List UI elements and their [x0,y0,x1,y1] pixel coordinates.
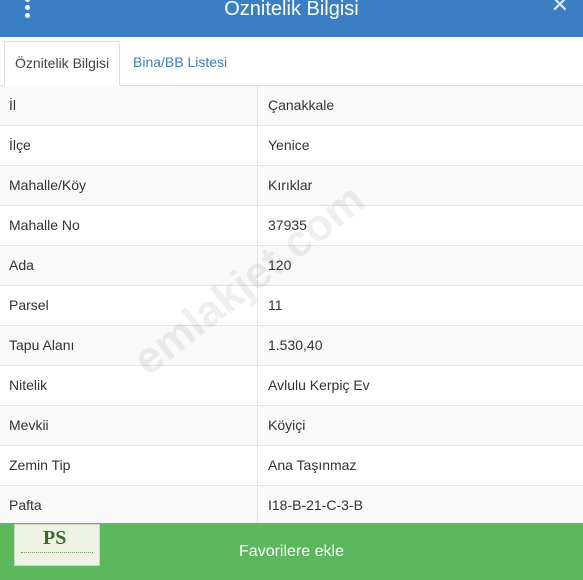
table-row: İlçe Yenice [0,126,583,166]
table-row: Parsel 11 [0,286,583,326]
attribute-key: Ada [9,257,34,273]
table-row: Ada 120 [0,246,583,286]
tab-bar: Öznitelik Bilgisi Bina/BB Listesi [0,37,583,86]
attribute-value: Avlulu Kerpiç Ev [268,377,370,393]
attribute-table: İl Çanakkale İlçe Yenice Mahalle/Köy Kırıkl… [0,86,583,526]
attribute-key: İlçe [9,137,31,153]
table-row: Mahalle/Köy Kırıklar [0,166,583,206]
attribute-value: Çanakkale [268,97,335,113]
attribute-value: Yenice [268,137,310,153]
attribute-key: Nitelik [9,377,48,393]
attribute-value: Köyiçi [268,417,306,433]
title-bar: Öznitelik Bilgisi ✕ [0,0,583,37]
attribute-key: Mevkii [9,417,49,433]
logo-text: PS [43,527,67,549]
table-row: İl Çanakkale [0,86,583,126]
attribute-value: 11 [268,297,283,313]
attribute-value: I18-B-21-C-3-B [268,497,363,513]
attribute-value: 37935 [268,217,307,233]
attribute-key: Tapu Alanı [9,337,75,353]
table-row: Tapu Alanı 1.530,40 [0,326,583,366]
attribute-key: Zemin Tip [9,457,71,473]
attribute-value: Kırıklar [268,177,313,193]
table-row: Nitelik Avlulu Kerpiç Ev [0,366,583,406]
dialog-title: Öznitelik Bilgisi [224,0,359,20]
attribute-value: 120 [268,257,292,273]
logo: PS [14,524,100,566]
close-icon[interactable]: ✕ [551,0,569,18]
table-row: Mahalle No 37935 [0,206,583,246]
attribute-key: Mahalle/Köy [9,177,87,193]
attribute-key: Parsel [9,297,49,313]
attribute-value: Ana Taşınmaz [268,457,357,473]
attribute-value: 1.530,40 [268,337,323,353]
table-row: Mevkii Köyiçi [0,406,583,446]
table-row: Pafta I18-B-21-C-3-B [0,486,583,526]
attribute-key: Pafta [9,497,42,513]
attribute-key: İl [9,97,16,113]
table-row: Zemin Tip Ana Taşınmaz [0,446,583,486]
tab-bina-bb-listesi[interactable]: Bina/BB Listesi [123,41,237,84]
tab-oznitelik-bilgisi[interactable]: Öznitelik Bilgisi [4,41,121,86]
attribute-key: Mahalle No [9,217,80,233]
